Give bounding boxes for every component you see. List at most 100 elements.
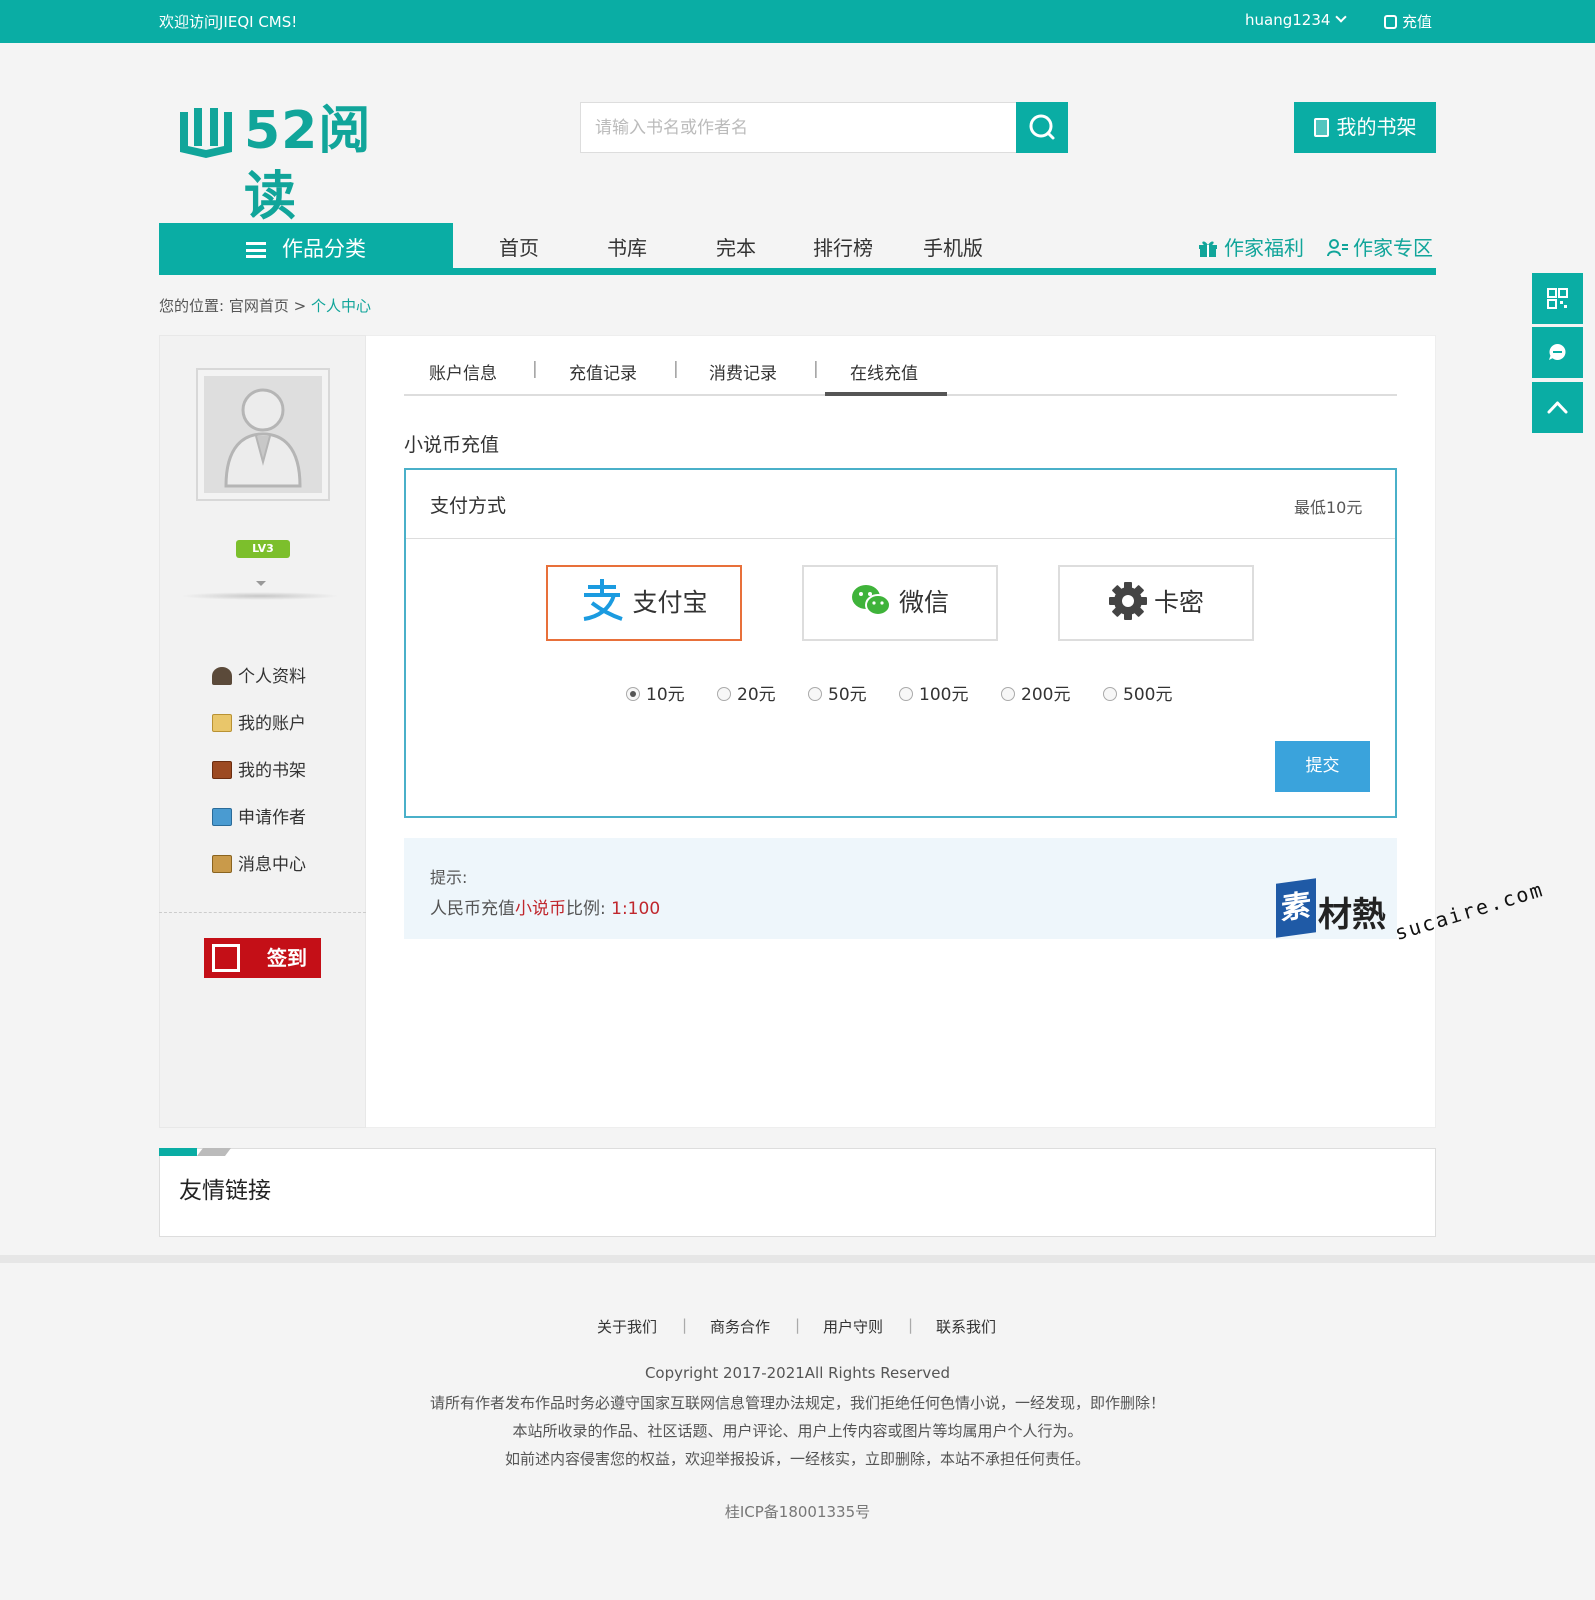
nav-item-completed[interactable]: 完本: [716, 232, 756, 261]
qrcode-button[interactable]: [1532, 273, 1583, 324]
search-field[interactable]: [580, 102, 1017, 153]
footer-link-contact[interactable]: 联系我们: [936, 1316, 996, 1337]
radio-button[interactable]: [626, 687, 640, 701]
sidebar-item-label: 申请作者: [238, 808, 306, 828]
signin-button[interactable]: 签到: [204, 938, 321, 978]
breadcrumb: 您的位置: 官网首页 > 个人中心: [159, 295, 371, 316]
payment-box: [404, 468, 1397, 818]
pay-option-wechat[interactable]: 微信: [802, 565, 998, 641]
footer-icp[interactable]: 桂ICP备18001335号: [0, 1501, 1595, 1522]
tab-account-info[interactable]: 账户信息: [429, 359, 497, 384]
sidebar-item-messages[interactable]: 消息中心: [212, 850, 306, 875]
friend-links-title: 友情链接: [179, 1178, 271, 1204]
recharge-label: 充值: [1402, 13, 1433, 31]
amount-label: 10元: [646, 685, 685, 705]
amount-label: 200元: [1021, 685, 1071, 705]
pay-option-label: 支付宝: [632, 588, 708, 617]
search-input[interactable]: [581, 103, 1016, 152]
welcome-text: 欢迎访问JIEQI CMS!: [159, 13, 298, 31]
footer-copyright: Copyright 2017-2021All Rights Reserved: [644, 1364, 951, 1382]
checklist-icon: [212, 944, 240, 972]
sidebar-item-label: 个人资料: [238, 667, 306, 687]
payment-header-divider: [406, 538, 1395, 539]
author-zone-label: 作家专区: [1353, 236, 1433, 260]
footer-link-rules[interactable]: 用户守则: [823, 1316, 883, 1337]
gift-icon: [1199, 241, 1217, 257]
nav-author-welfare[interactable]: 作家福利: [1198, 232, 1304, 261]
tip-prefix: 人民币充值: [430, 899, 515, 919]
customer-service-button[interactable]: [1532, 327, 1583, 378]
footer-notice: 请所有作者发布作品时务必遵守国家互联网信息管理办法规定，我们拒绝任何色情小说，一…: [429, 1394, 1165, 1412]
nav-item-mobile[interactable]: 手机版: [923, 232, 983, 261]
radio-button[interactable]: [1103, 687, 1117, 701]
author-icon: [1327, 239, 1348, 257]
service-icon: [1549, 344, 1566, 360]
sidebar-item-account[interactable]: 我的账户: [212, 709, 306, 734]
tip-highlight: 小说币: [515, 899, 566, 919]
sidebar-item-label: 我的书架: [238, 761, 306, 781]
wechat-icon: [851, 585, 891, 616]
radio-button[interactable]: [1001, 687, 1015, 701]
book-icon: [212, 808, 232, 826]
site-logo[interactable]: 52阅读: [176, 98, 416, 227]
radio-button[interactable]: [899, 687, 913, 701]
chevron-down-icon: [1335, 11, 1348, 23]
radio-button[interactable]: [717, 687, 731, 701]
search-button[interactable]: [1016, 102, 1068, 153]
nav-item-ranking[interactable]: 排行榜: [813, 232, 873, 261]
footer-link-about[interactable]: 关于我们: [597, 1316, 657, 1337]
level-badge: LV3: [236, 540, 290, 558]
footer-divider: [0, 1255, 1595, 1263]
message-icon: [212, 855, 232, 873]
search-icon: [1029, 114, 1055, 140]
avatar: [196, 368, 330, 501]
minimum-amount: 最低10元: [1294, 498, 1363, 517]
amount-option-50[interactable]: 50元: [808, 680, 867, 705]
nav-author-zone[interactable]: 作家专区: [1327, 232, 1433, 261]
sidebar-item-profile[interactable]: 个人资料: [212, 662, 306, 687]
footer-separator: |: [682, 1316, 688, 1334]
caret-down-icon[interactable]: [256, 581, 266, 586]
user-menu[interactable]: huang1234: [1245, 11, 1348, 29]
friend-links-accent: [159, 1148, 197, 1156]
pay-option-alipay[interactable]: 支付宝: [546, 565, 742, 641]
amount-label: 20元: [737, 685, 776, 705]
tab-online-recharge[interactable]: 在线充值: [850, 359, 918, 384]
amount-option-100[interactable]: 100元: [899, 680, 968, 705]
back-to-top-button[interactable]: [1532, 382, 1583, 433]
coin-icon: [1384, 15, 1397, 29]
watermark-cn: 材熱: [1318, 895, 1386, 935]
tab-consumption-records[interactable]: 消费记录: [709, 359, 777, 384]
my-shelf-button[interactable]: 我的书架: [1294, 102, 1436, 153]
tab-separator: |: [673, 359, 679, 379]
default-avatar-icon: [204, 376, 322, 493]
tab-separator: |: [813, 359, 819, 379]
footer-link-business[interactable]: 商务合作: [710, 1316, 770, 1337]
id-card-icon: [212, 714, 232, 732]
amount-option-200[interactable]: 200元: [1001, 680, 1070, 705]
radio-button[interactable]: [808, 687, 822, 701]
nav-item-home[interactable]: 首页: [499, 232, 539, 261]
sidebar-item-bookshelf[interactable]: 我的书架: [212, 756, 306, 781]
watermark-en: sucaire.com: [1391, 876, 1547, 946]
amount-option-500[interactable]: 500元: [1103, 680, 1172, 705]
nav-item-library[interactable]: 书库: [607, 232, 647, 261]
sidebar-item-label: 消息中心: [238, 855, 306, 875]
sidebar-item-apply-author[interactable]: 申请作者: [212, 803, 306, 828]
amount-option-10[interactable]: 10元: [626, 680, 685, 705]
nav-category-label: 作品分类: [282, 237, 366, 261]
tip-text: 人民币充值小说币比例: 1:100: [430, 894, 660, 919]
menu-icon: [246, 242, 266, 258]
amount-option-20[interactable]: 20元: [717, 680, 776, 705]
back-to-top-icon: [1547, 401, 1568, 414]
nav-category-button[interactable]: 作品分类: [159, 223, 453, 275]
pay-option-card[interactable]: 卡密: [1058, 565, 1254, 641]
tip-title: 提示:: [430, 868, 468, 887]
tab-recharge-records[interactable]: 充值记录: [569, 359, 637, 384]
submit-button[interactable]: 提交: [1275, 741, 1370, 792]
book-logo-icon: [180, 108, 232, 158]
recharge-link[interactable]: 充值: [1384, 11, 1432, 32]
breadcrumb-current[interactable]: 个人中心: [311, 297, 371, 315]
person-icon: [212, 667, 232, 685]
payment-method-label: 支付方式: [430, 495, 507, 517]
